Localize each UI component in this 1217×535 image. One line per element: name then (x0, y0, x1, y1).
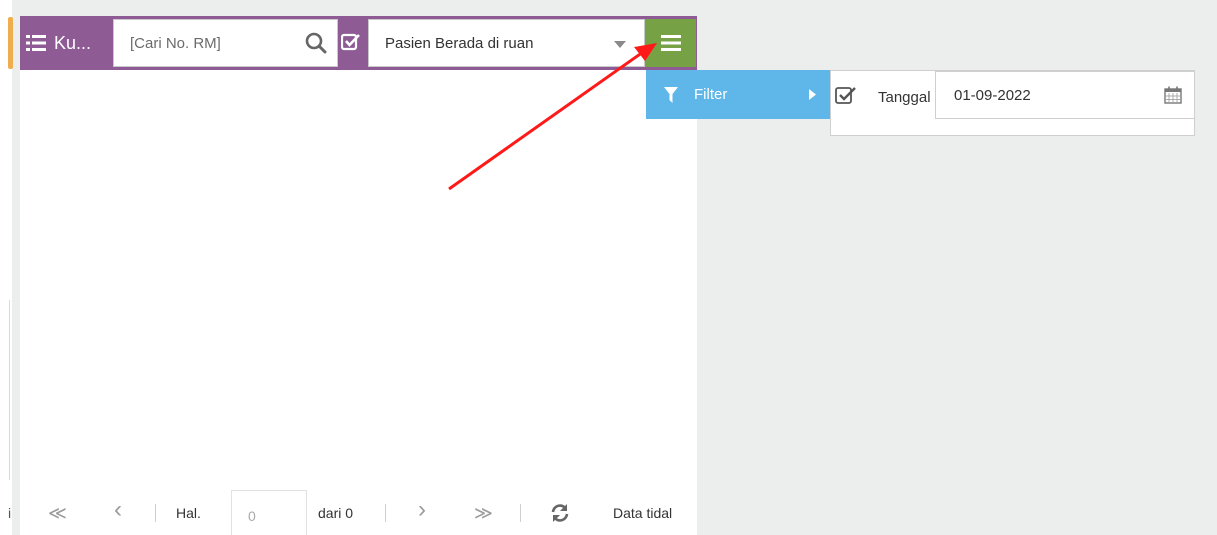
filter-icon (664, 86, 678, 103)
menu-item-filter[interactable]: Filter (646, 70, 830, 119)
left-accent (8, 17, 13, 69)
hamburger-menu-icon (660, 35, 681, 51)
prev-page-button[interactable]: ‹ (114, 498, 122, 522)
calendar-icon[interactable] (1164, 86, 1182, 104)
refresh-icon[interactable] (550, 503, 570, 523)
date-checkbox-icon[interactable] (835, 85, 857, 105)
date-input[interactable]: 01-09-2022 (935, 71, 1195, 119)
date-value: 01-09-2022 (954, 86, 1031, 104)
left-edge (0, 0, 12, 535)
filter-label: Filter (694, 86, 728, 103)
chevron-right-icon (809, 89, 816, 100)
search-icon[interactable] (305, 32, 327, 54)
list-icon (26, 35, 46, 51)
left-divider (9, 300, 10, 480)
date-label: Tanggal (878, 89, 931, 106)
search-input[interactable] (114, 20, 294, 66)
pager-left-char: i (8, 505, 12, 521)
checkbox-icon[interactable] (341, 33, 361, 51)
hamburger-menu-button[interactable] (645, 19, 696, 67)
last-page-button[interactable]: ≫ (474, 504, 493, 522)
main-panel (20, 16, 697, 535)
filter-submenu: Tanggal 01-09-2022 (830, 70, 1195, 136)
select-value: Pasien Berada di ruan (385, 34, 534, 52)
title-text: Ku... (54, 32, 92, 53)
pagination-bar: i ≪ ‹ Hal. dari 0 › ≫ Data tidal (0, 490, 697, 535)
pager-divider (155, 504, 156, 522)
title-button[interactable]: Ku... (20, 16, 112, 70)
next-page-button[interactable]: › (418, 498, 426, 522)
chevron-down-icon (614, 41, 626, 48)
page-label: Hal. (176, 505, 201, 521)
pager-divider (520, 504, 521, 522)
pager-divider (385, 504, 386, 522)
page-number-input[interactable] (231, 490, 307, 535)
location-filter-select[interactable]: Pasien Berada di ruan (368, 19, 645, 67)
search-field[interactable] (113, 19, 338, 67)
first-page-button[interactable]: ≪ (48, 504, 67, 522)
pager-status: Data tidal (613, 505, 673, 521)
page-total: dari 0 (318, 505, 354, 521)
